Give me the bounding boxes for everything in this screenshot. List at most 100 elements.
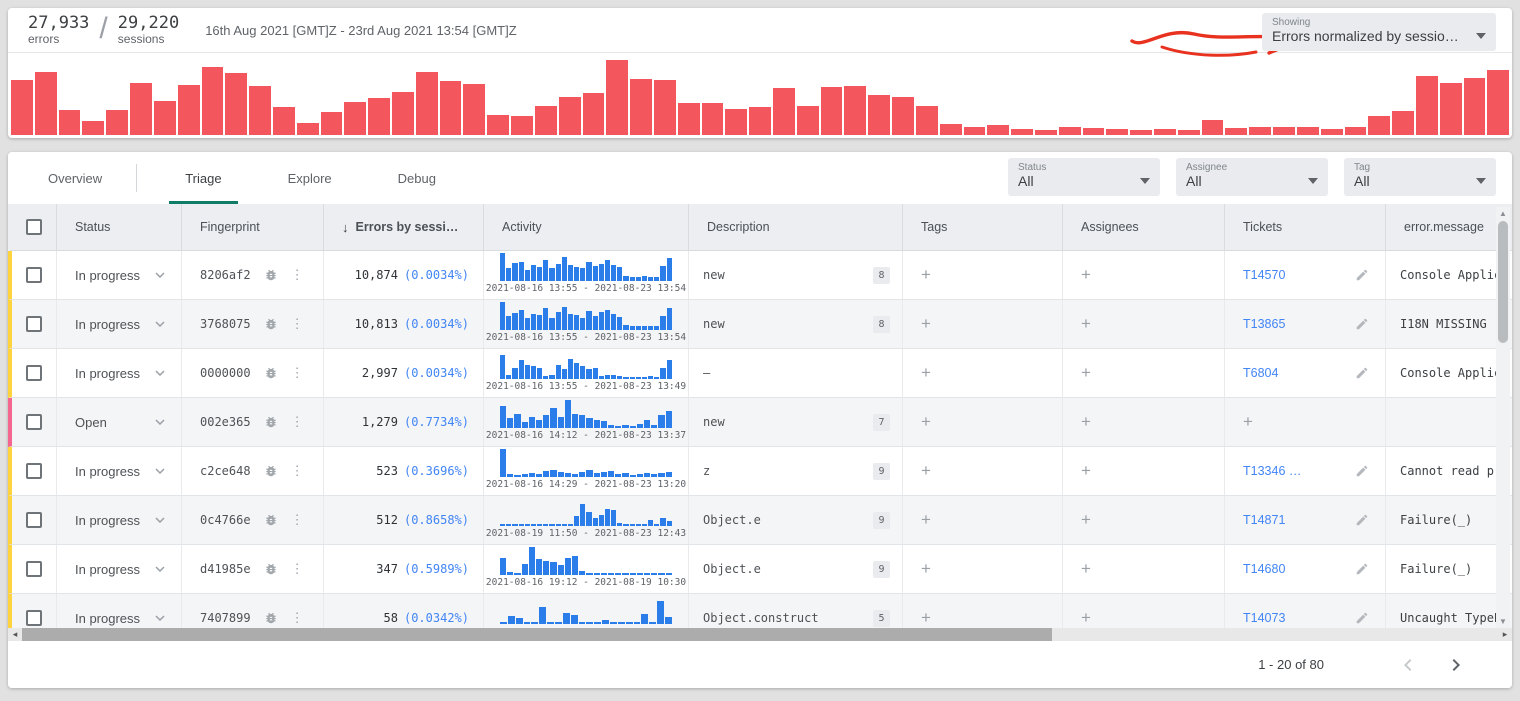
add-tag-button[interactable]: + (921, 265, 931, 285)
bug-icon[interactable] (264, 464, 278, 478)
histogram-bar[interactable] (392, 92, 414, 135)
histogram-bar[interactable] (463, 84, 485, 135)
add-assignee-button[interactable]: + (1081, 608, 1091, 628)
col-status[interactable]: Status (57, 204, 182, 250)
tab-debug[interactable]: Debug (372, 152, 462, 204)
edit-ticket-icon[interactable] (1355, 611, 1369, 625)
next-page-button[interactable] (1444, 653, 1468, 677)
histogram-bar[interactable] (916, 106, 938, 135)
histogram-bar[interactable] (1083, 128, 1105, 135)
histogram-bar[interactable] (368, 98, 390, 135)
previous-page-button[interactable] (1396, 653, 1420, 677)
histogram-bar[interactable] (940, 124, 962, 135)
histogram-bar[interactable] (1345, 127, 1367, 135)
histogram-bar[interactable] (249, 86, 271, 135)
histogram-bar[interactable] (1202, 120, 1224, 135)
histogram-bar[interactable] (1440, 83, 1462, 135)
histogram-bar[interactable] (1225, 128, 1247, 135)
bug-icon[interactable] (264, 513, 278, 527)
status-dropdown[interactable]: Open (57, 398, 182, 446)
row-checkbox[interactable] (26, 463, 42, 479)
row-checkbox[interactable] (26, 610, 42, 626)
col-fingerprint[interactable]: Fingerprint (182, 204, 324, 250)
col-assignees[interactable]: Assignees (1063, 204, 1225, 250)
bug-icon[interactable] (264, 611, 278, 625)
assignee-filter-dropdown[interactable]: Assignee All (1176, 158, 1328, 196)
histogram-bar[interactable] (749, 107, 771, 135)
row-checkbox[interactable] (26, 316, 42, 332)
ticket-link[interactable]: T14073 (1243, 611, 1285, 625)
histogram-bar[interactable] (535, 106, 557, 135)
errors-cell[interactable]: 1,279 (0.7734%) (324, 398, 484, 446)
histogram-bar[interactable] (321, 112, 343, 135)
row-checkbox[interactable] (26, 365, 42, 381)
errors-cell[interactable]: 10,874 (0.0034%) (324, 251, 484, 299)
status-dropdown[interactable]: In progress (57, 251, 182, 299)
histogram-bar[interactable] (511, 116, 533, 135)
scroll-down-icon[interactable]: ▼ (1496, 615, 1510, 628)
ticket-link[interactable]: T13346 … (1243, 464, 1301, 478)
histogram-bar[interactable] (1106, 129, 1128, 135)
histogram-bar[interactable] (606, 60, 628, 135)
histogram-bar[interactable] (583, 93, 605, 135)
histogram-bar[interactable] (725, 109, 747, 135)
histogram-bar[interactable] (702, 103, 724, 135)
add-assignee-button[interactable]: + (1081, 314, 1091, 334)
histogram-bar[interactable] (178, 85, 200, 135)
histogram-bar[interactable] (416, 72, 438, 135)
status-dropdown[interactable]: In progress (57, 349, 182, 397)
histogram-bar[interactable] (1273, 127, 1295, 135)
horizontal-scrollbar[interactable]: ◂ ▸ (8, 628, 1512, 641)
status-dropdown[interactable]: In progress (57, 300, 182, 348)
add-tag-button[interactable]: + (921, 608, 931, 628)
histogram-bar[interactable] (678, 103, 700, 135)
col-tags[interactable]: Tags (903, 204, 1063, 250)
histogram-bar[interactable] (82, 121, 104, 135)
kebab-menu-icon[interactable]: ⋮ (291, 463, 303, 479)
histogram-bar[interactable] (59, 110, 81, 135)
histogram-bar[interactable] (892, 97, 914, 136)
tab-overview[interactable]: Overview (22, 152, 128, 204)
errors-cell[interactable]: 347 (0.5989%) (324, 545, 484, 593)
histogram-bar[interactable] (1416, 76, 1438, 135)
kebab-menu-icon[interactable]: ⋮ (291, 365, 303, 381)
kebab-menu-icon[interactable]: ⋮ (291, 414, 303, 430)
row-checkbox[interactable] (26, 267, 42, 283)
histogram-bar[interactable] (106, 110, 128, 135)
tag-filter-dropdown[interactable]: Tag All (1344, 158, 1496, 196)
col-description[interactable]: Description (689, 204, 903, 250)
add-assignee-button[interactable]: + (1081, 559, 1091, 579)
edit-ticket-icon[interactable] (1355, 562, 1369, 576)
histogram-bar[interactable] (273, 107, 295, 135)
histogram-bar[interactable] (130, 83, 152, 135)
edit-ticket-icon[interactable] (1355, 317, 1369, 331)
histogram-bar[interactable] (1059, 127, 1081, 135)
add-tag-button[interactable]: + (921, 510, 931, 530)
ticket-link[interactable]: T6804 (1243, 366, 1278, 380)
histogram-bar[interactable] (440, 81, 462, 135)
ticket-link[interactable]: T14570 (1243, 268, 1285, 282)
edit-ticket-icon[interactable] (1355, 268, 1369, 282)
col-error-message[interactable]: error.message (1386, 204, 1512, 250)
histogram-bar[interactable] (297, 123, 319, 135)
bug-icon[interactable] (264, 562, 278, 576)
bug-icon[interactable] (264, 366, 278, 380)
ticket-link[interactable]: T14680 (1243, 562, 1285, 576)
errors-cell[interactable]: 58 (0.0342%) (324, 594, 484, 628)
scroll-right-icon[interactable]: ▸ (1498, 628, 1512, 641)
histogram-bar[interactable] (559, 97, 581, 136)
add-tag-button[interactable]: + (921, 314, 931, 334)
histogram-bar[interactable] (1249, 127, 1271, 135)
row-checkbox[interactable] (26, 561, 42, 577)
ticket-link[interactable]: T13865 (1243, 317, 1285, 331)
status-dropdown[interactable]: In progress (57, 545, 182, 593)
kebab-menu-icon[interactable]: ⋮ (291, 316, 303, 332)
histogram-bar[interactable] (868, 95, 890, 135)
histogram-bar[interactable] (630, 79, 652, 135)
histogram-bar[interactable] (1392, 111, 1414, 135)
tab-triage[interactable]: Triage (159, 152, 247, 204)
histogram-bar[interactable] (1487, 70, 1509, 135)
row-checkbox[interactable] (26, 512, 42, 528)
kebab-menu-icon[interactable]: ⋮ (291, 561, 303, 577)
histogram-bar[interactable] (987, 125, 1009, 135)
